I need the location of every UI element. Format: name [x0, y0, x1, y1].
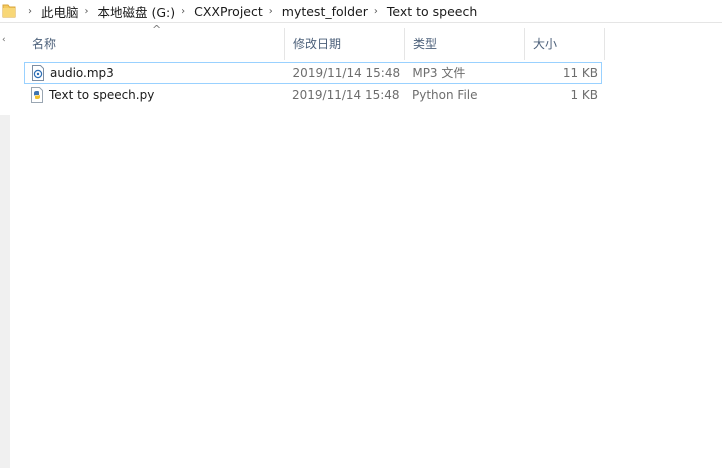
file-date: 2019/11/14 15:48 [292, 66, 401, 80]
folder-icon [2, 4, 16, 18]
file-row[interactable]: Text to speech.py 2019/11/14 15:48 Pytho… [24, 84, 602, 106]
column-header-size-label: 大小 [533, 37, 558, 51]
file-size: 11 KB [562, 66, 599, 80]
breadcrumb-item-local-disk[interactable]: 本地磁盘 (G:) [98, 2, 176, 21]
chevron-left-icon[interactable]: ‹ [2, 35, 6, 45]
navigation-pane[interactable]: ‹ [0, 23, 10, 468]
column-header-row: ^ 名称 修改日期 类型 大小 [24, 24, 605, 60]
breadcrumb-item-this-pc[interactable]: 此电脑 [41, 2, 79, 21]
column-header-type[interactable]: 类型 [405, 28, 525, 60]
breadcrumb-separator[interactable]: › [374, 6, 378, 17]
breadcrumb: › 此电脑 › 本地磁盘 (G:) › CXXProject › mytest_… [22, 0, 477, 22]
file-date: 2019/11/14 15:48 [292, 88, 400, 102]
column-header-date[interactable]: 修改日期 [285, 28, 405, 60]
breadcrumb-item-cxxproject[interactable]: CXXProject [194, 4, 263, 19]
breadcrumb-item-mytest-folder[interactable]: mytest_folder [282, 4, 368, 19]
file-type: MP3 文件 [412, 66, 466, 80]
column-header-type-label: 类型 [413, 37, 438, 51]
python-file-icon [31, 87, 43, 103]
breadcrumb-item-current-folder[interactable]: Text to speech [387, 4, 477, 19]
file-explorer-window: › 此电脑 › 本地磁盘 (G:) › CXXProject › mytest_… [0, 0, 722, 468]
column-header-name-label: 名称 [32, 37, 57, 51]
breadcrumb-separator[interactable]: › [181, 6, 185, 17]
column-header-size[interactable]: 大小 [525, 28, 605, 60]
mp3-file-icon [32, 65, 44, 81]
column-header-date-label: 修改日期 [293, 37, 342, 51]
file-name: audio.mp3 [50, 66, 114, 80]
breadcrumb-separator[interactable]: › [85, 6, 89, 17]
file-name: Text to speech.py [49, 88, 155, 102]
breadcrumb-separator[interactable]: › [28, 6, 32, 17]
file-name-cell: Text to speech.py [24, 85, 285, 105]
navigation-pane-scrollbar[interactable] [0, 115, 10, 468]
file-name-cell: audio.mp3 [25, 63, 286, 83]
file-size: 1 KB [570, 88, 598, 102]
breadcrumb-separator[interactable]: › [269, 6, 273, 17]
column-header-name[interactable]: ^ 名称 [24, 24, 285, 60]
address-bar[interactable]: › 此电脑 › 本地磁盘 (G:) › CXXProject › mytest_… [0, 0, 722, 23]
sort-ascending-icon: ^ [152, 23, 162, 36]
file-row[interactable]: audio.mp3 2019/11/14 15:48 MP3 文件 11 KB [24, 62, 602, 84]
file-type: Python File [412, 88, 478, 102]
file-list: audio.mp3 2019/11/14 15:48 MP3 文件 11 KB … [24, 62, 602, 106]
